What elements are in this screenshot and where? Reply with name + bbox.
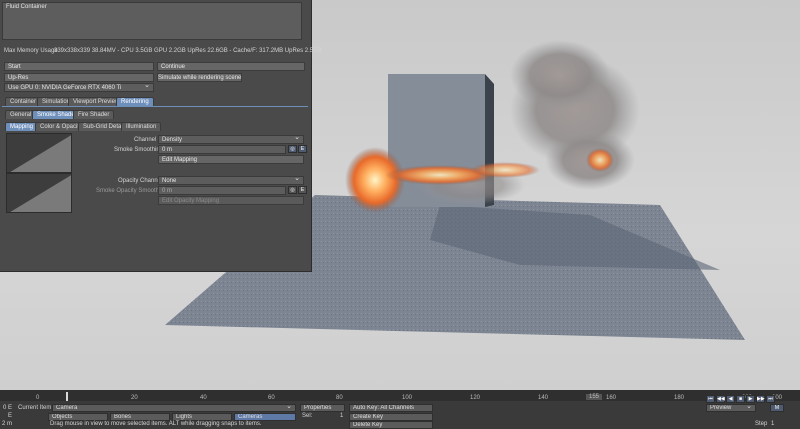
opacity-e-button[interactable]: E — [298, 186, 307, 194]
row2-e: E — [8, 413, 13, 419]
e-button[interactable]: E — [298, 145, 307, 153]
tick: 0 — [36, 395, 40, 401]
tick: 140 — [538, 395, 549, 401]
first-frame-icon[interactable]: ⏮ — [706, 395, 715, 403]
timeline-bar[interactable]: 0 20 40 60 80 100 120 140 155 160 180 20… — [0, 390, 800, 429]
opacity-smoothing-label: Smoke Opacity Smoothing — [96, 188, 168, 194]
opacity-envelope-icon[interactable]: ◎ — [288, 186, 297, 194]
channel-label: Channel — [134, 137, 157, 143]
density-curve-preview — [6, 133, 72, 173]
item-title-field[interactable]: Fluid Container — [2, 2, 302, 40]
opacity-curve-preview — [6, 173, 72, 213]
start-button[interactable]: Start — [4, 62, 154, 71]
status-message: Drag mouse in view to move selected item… — [50, 421, 262, 427]
memory-usage-value: 339x338x339 38.84MV - CPU 3.5GB GPU 2.2G… — [54, 48, 322, 54]
continue-button[interactable]: Continue — [157, 62, 305, 71]
smoke-smoothing-label: Smoke Smoothing — [114, 147, 164, 153]
current-item-select[interactable]: Camera — [52, 404, 296, 412]
subtab-mapping[interactable]: Mapping — [5, 122, 39, 131]
properties-button[interactable]: Properties — [300, 404, 345, 412]
sel-label: Sel: — [302, 413, 313, 419]
tick: 100 — [402, 395, 413, 401]
preview-select[interactable]: Preview — [706, 404, 756, 412]
tick: 80 — [336, 395, 343, 401]
row1-e: E — [8, 405, 13, 411]
sel-value: 1 — [340, 413, 344, 419]
delete-key-button[interactable]: Delete Key — [349, 421, 433, 429]
properties-panel: Fluid Container Max Memory Usage 339x338… — [0, 0, 322, 272]
rewind-icon[interactable]: ◀◀ — [716, 395, 725, 403]
playhead[interactable] — [66, 392, 68, 401]
gpu-select[interactable]: Use GPU 0: NVIDIA GeForce RTX 4060 Ti — [4, 83, 154, 92]
memory-usage-label: Max Memory Usage — [4, 48, 58, 54]
tab-divider — [2, 106, 308, 107]
step-value: 1 — [771, 421, 775, 427]
step-label: Step — [755, 421, 768, 427]
edit-opacity-mapping-button[interactable]: Edit Opacity Mapping — [158, 196, 304, 205]
envelope-icon[interactable]: ◎ — [288, 145, 297, 153]
edit-mapping-button[interactable]: Edit Mapping — [158, 155, 304, 164]
tab-rendering[interactable]: Rendering — [116, 97, 154, 106]
tick: 160 — [606, 395, 617, 401]
fast-forward-icon[interactable]: ▶▶ — [756, 395, 765, 403]
tick: 60 — [268, 395, 275, 401]
tab-container[interactable]: Container — [5, 97, 42, 106]
end-frame-marker[interactable]: 155 — [586, 394, 603, 400]
opacity-channel-select[interactable]: None — [158, 176, 304, 185]
auto-key-select[interactable]: Auto Key: All Channels — [349, 404, 433, 412]
smoke-smoothing-field[interactable]: 0 m — [158, 145, 286, 154]
simulate-while-rendering-button[interactable]: Simulate while rendering scene — [157, 73, 242, 82]
channel-select[interactable]: Density — [158, 135, 304, 144]
tick: 20 — [131, 395, 138, 401]
tick: 120 — [470, 395, 481, 401]
row1-value: 0 — [3, 405, 7, 411]
play-reverse-icon[interactable]: ◀ — [726, 395, 735, 403]
subtab-fire-shader[interactable]: Fire Shader — [73, 110, 115, 119]
grid-size-value: 2 m — [2, 421, 13, 427]
subtab-illumination[interactable]: Illumination — [121, 122, 162, 131]
play-icon[interactable]: ▶ — [746, 395, 755, 403]
create-key-button[interactable]: Create Key — [349, 413, 433, 421]
opacity-channel-label: Opacity Channel — [118, 178, 163, 184]
upres-button[interactable]: Up-Res — [4, 73, 154, 82]
tick: 180 — [674, 395, 685, 401]
tick: 40 — [200, 395, 207, 401]
opacity-smoothing-field[interactable]: 0 m — [158, 186, 286, 195]
last-frame-icon[interactable]: ⏭ — [766, 395, 775, 403]
current-item-label: Current Item — [18, 405, 52, 411]
stop-icon[interactable]: ■ — [736, 395, 745, 403]
mark-button[interactable]: M — [770, 404, 784, 412]
